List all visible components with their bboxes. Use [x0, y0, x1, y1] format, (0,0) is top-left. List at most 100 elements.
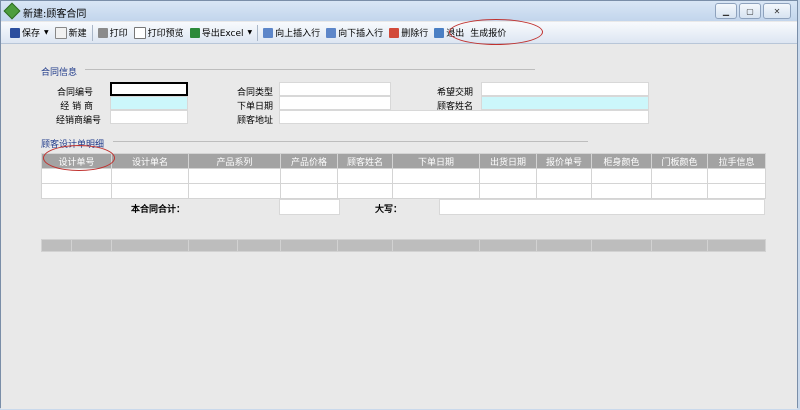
table-cell[interactable] [41, 168, 112, 184]
customer-address-label: 顾客地址 [236, 116, 273, 126]
contract-no-label: 合同编号 [56, 88, 93, 98]
capital-label: 大写： [375, 205, 403, 215]
print-button[interactable]: 打印 [95, 24, 131, 42]
column-header[interactable]: 设计单号 [41, 153, 112, 169]
table-cell[interactable] [337, 168, 393, 184]
insert-below-button[interactable]: 向下插入行 [323, 24, 386, 42]
table-cell[interactable] [280, 168, 338, 184]
table-cell[interactable] [111, 183, 189, 199]
table-row[interactable] [41, 168, 766, 184]
close-button[interactable]: ✕ [763, 3, 791, 19]
column-header[interactable]: 拉手信息 [707, 153, 766, 169]
table-cell[interactable] [41, 183, 112, 199]
toolbar-separator [91, 24, 93, 41]
design-details-title: 顾客设计单明细 [41, 140, 105, 150]
minimize-button[interactable]: ▁ [715, 3, 737, 19]
table-cell[interactable] [188, 168, 281, 184]
table-cell[interactable] [337, 183, 393, 199]
footer-cell [479, 239, 537, 252]
footer-cell [337, 239, 393, 252]
table-cell[interactable] [479, 183, 537, 199]
delete-row-icon [389, 27, 400, 38]
customer-name-input[interactable] [481, 96, 649, 110]
table-cell[interactable] [591, 168, 652, 184]
design-details-table: 设计单号 设计单名 产品系列 产品价格 顾客姓名 下单日期 出货日期 报价单号 … [41, 153, 766, 199]
dealer-no-label: 经销商编号 [55, 116, 101, 126]
column-header[interactable]: 门板颜色 [651, 153, 708, 169]
title-bar: 新建:顾客合同 ▁ ▢ ✕ [1, 1, 797, 21]
footer-cell [237, 239, 281, 252]
export-excel-button[interactable]: 导出Excel ▼ [187, 24, 255, 42]
print-preview-button[interactable]: 打印预览 [131, 24, 187, 42]
footer-cell [71, 239, 112, 252]
table-cell[interactable] [707, 183, 766, 199]
floppy-icon [10, 27, 20, 38]
window-title: 新建:顾客合同 [23, 9, 87, 20]
section-divider [85, 69, 535, 70]
footer-cell [536, 239, 592, 252]
insert-row-above-icon [263, 27, 274, 38]
column-header[interactable]: 设计单名 [111, 153, 189, 169]
exit-label: 退出 [446, 29, 465, 39]
dealer-input[interactable] [110, 96, 188, 110]
table-row[interactable] [41, 183, 766, 199]
generate-quote-label: 生成报价 [470, 29, 507, 39]
order-date-input[interactable] [279, 96, 391, 110]
toolbar: 保存 ▼ 新建 打印 打印预览 导出Excel ▼ 向上插入行 向下插入行 删除… [1, 22, 797, 44]
dropdown-arrow-icon[interactable]: ▼ [248, 29, 253, 36]
new-button[interactable]: 新建 [52, 24, 90, 42]
exit-button[interactable]: 退出 [431, 24, 467, 42]
footer-cell [280, 239, 338, 252]
contract-window: 新建:顾客合同 ▁ ▢ ✕ 保存 ▼ 新建 打印 打印预览 导出Excel ▼ … [0, 0, 798, 409]
column-header[interactable]: 柜身颜色 [591, 153, 652, 169]
section-divider [113, 141, 588, 142]
table-cell[interactable] [591, 183, 652, 199]
footer-cell [188, 239, 238, 252]
table-cell[interactable] [392, 183, 480, 199]
total-value-field[interactable] [279, 199, 340, 215]
exit-icon [434, 27, 445, 38]
dealer-no-input[interactable] [110, 110, 188, 124]
maximize-button[interactable]: ▢ [739, 3, 761, 19]
new-document-icon [54, 26, 67, 39]
footer-cell [707, 239, 766, 252]
column-header[interactable]: 产品价格 [280, 153, 338, 169]
window-controls: ▁ ▢ ✕ [715, 3, 791, 19]
expected-delivery-input[interactable] [481, 82, 649, 96]
insert-below-label: 向下插入行 [338, 29, 384, 39]
generate-quote-button[interactable]: 生成报价 [467, 24, 509, 42]
contract-no-input[interactable] [110, 82, 188, 96]
column-header[interactable]: 顾客姓名 [337, 153, 393, 169]
print-label: 打印 [109, 29, 128, 39]
table-footer-bar [41, 239, 766, 252]
table-cell[interactable] [651, 168, 708, 184]
insert-above-button[interactable]: 向上插入行 [260, 24, 323, 42]
table-cell[interactable] [536, 168, 592, 184]
total-label: 本合同合计： [131, 205, 186, 215]
footer-cell [41, 239, 72, 252]
column-header[interactable]: 出货日期 [479, 153, 537, 169]
order-date-label: 下单日期 [236, 102, 273, 112]
table-cell[interactable] [707, 168, 766, 184]
dropdown-arrow-icon[interactable]: ▼ [44, 29, 49, 36]
table-cell[interactable] [392, 168, 480, 184]
customer-address-input[interactable] [279, 110, 649, 124]
table-cell[interactable] [111, 168, 189, 184]
contract-info-title: 合同信息 [41, 68, 78, 78]
contract-type-input[interactable] [279, 82, 391, 96]
column-header[interactable]: 产品系列 [188, 153, 281, 169]
print-preview-icon [133, 26, 146, 39]
delete-row-button[interactable]: 删除行 [386, 24, 431, 42]
print-preview-label: 打印预览 [147, 29, 184, 39]
table-cell[interactable] [536, 183, 592, 199]
table-cell[interactable] [280, 183, 338, 199]
column-header[interactable]: 报价单号 [536, 153, 592, 169]
capital-value-field[interactable] [439, 199, 765, 215]
table-cell[interactable] [651, 183, 708, 199]
delete-row-label: 删除行 [401, 29, 429, 39]
column-header[interactable]: 下单日期 [392, 153, 480, 169]
table-cell[interactable] [188, 183, 281, 199]
table-cell[interactable] [479, 168, 537, 184]
save-button[interactable]: 保存 ▼ [7, 24, 52, 42]
dealer-label: 经 销 商 [60, 102, 93, 112]
